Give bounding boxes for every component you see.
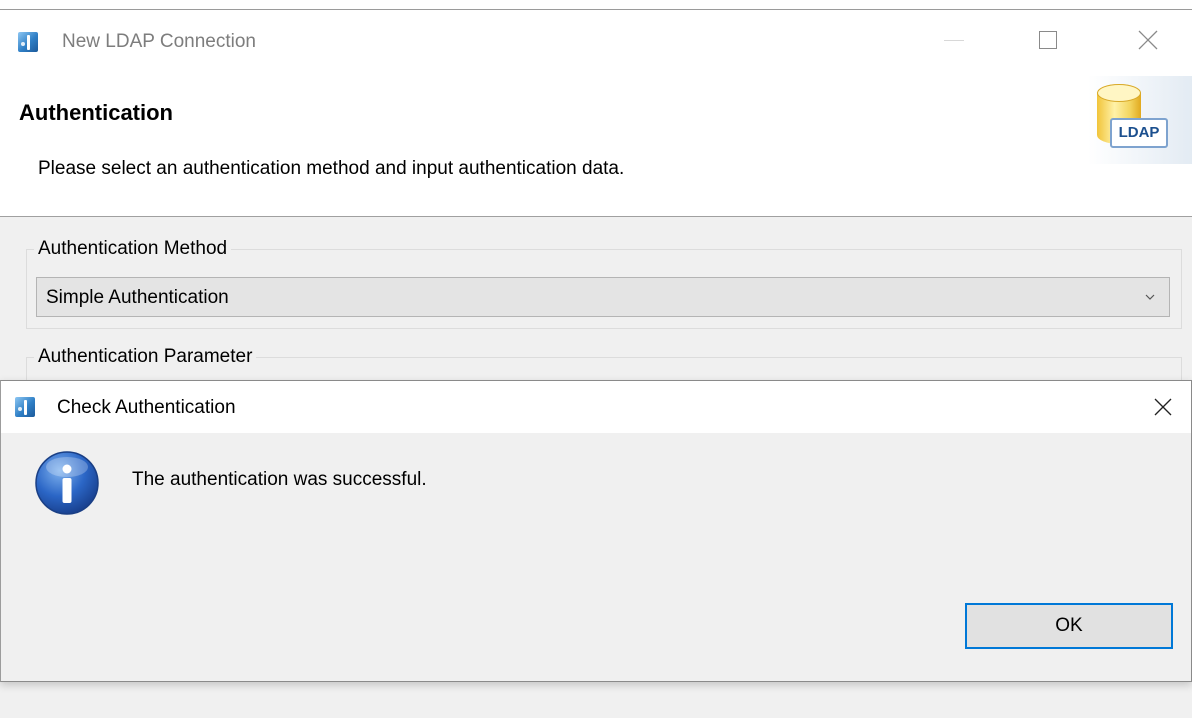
ldap-database-icon: LDAP (1088, 76, 1192, 164)
maximize-button[interactable] (1018, 10, 1078, 70)
dialog-close-button[interactable] (1137, 381, 1191, 433)
close-button[interactable] (1118, 10, 1178, 70)
authentication-method-select[interactable]: Simple Authentication (36, 277, 1170, 317)
main-titlebar[interactable]: New LDAP Connection (0, 10, 1192, 76)
ldap-icon-label: LDAP (1110, 118, 1168, 148)
page-title: Authentication (19, 100, 173, 125)
authentication-method-label: Authentication Method (34, 238, 232, 260)
ok-button[interactable]: OK (965, 603, 1173, 649)
maximize-icon (1039, 31, 1057, 49)
dialog-titlebar[interactable]: Check Authentication (1, 381, 1191, 433)
authentication-method-value: Simple Authentication (46, 287, 229, 308)
dialog-title: Check Authentication (57, 397, 236, 418)
eclipse-app-icon (15, 397, 35, 417)
page-description: Please select an authentication method a… (38, 158, 625, 179)
window-title: New LDAP Connection (62, 31, 256, 52)
dialog-message: The authentication was successful. (132, 469, 427, 490)
minimize-button[interactable] (924, 10, 984, 70)
minimize-icon (944, 40, 964, 41)
authentication-method-group: Authentication Method Simple Authenticat… (26, 238, 1182, 329)
info-icon (35, 451, 99, 515)
close-icon (1154, 398, 1172, 416)
window-top-edge (0, 0, 1192, 10)
eclipse-app-icon (18, 32, 38, 52)
chevron-down-icon (1145, 294, 1155, 300)
check-authentication-dialog: Check Authentication The authentication … (0, 380, 1192, 682)
wizard-banner: Authentication Please select an authenti… (0, 76, 1192, 217)
close-icon (1138, 30, 1158, 50)
authentication-parameter-label: Authentication Parameter (34, 346, 257, 368)
